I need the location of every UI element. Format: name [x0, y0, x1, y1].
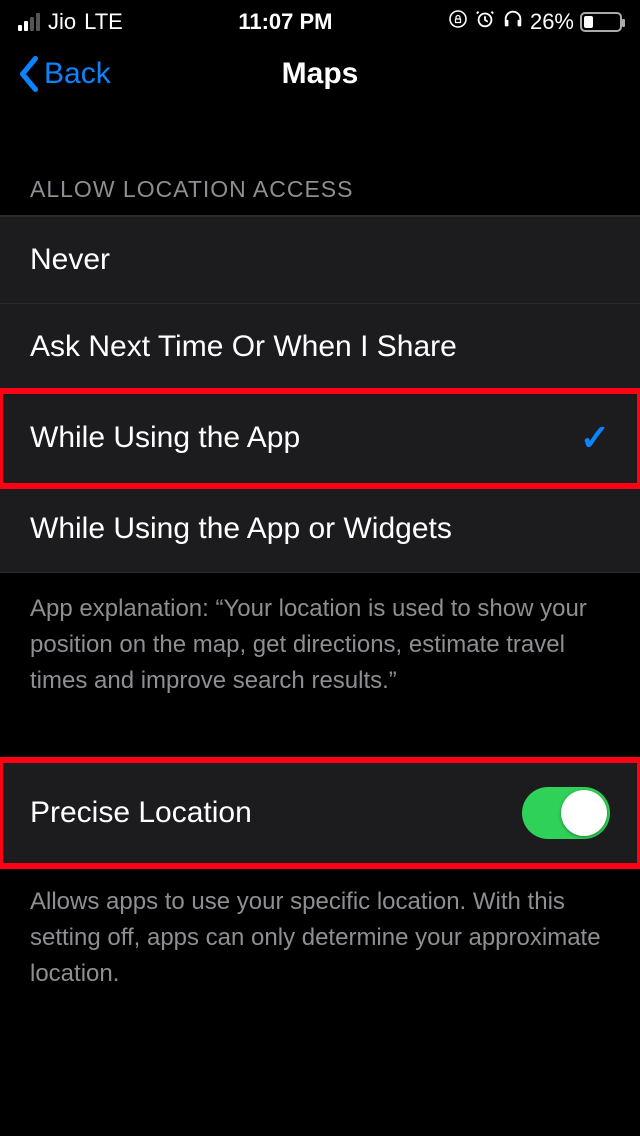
section-header-location: ALLOW LOCATION ACCESS [0, 116, 640, 215]
option-ask-next-time[interactable]: Ask Next Time Or When I Share [0, 304, 640, 391]
option-label: While Using the App [30, 421, 300, 455]
chevron-left-icon [16, 56, 42, 92]
carrier-label: Jio [48, 9, 76, 35]
checkmark-icon: ✓ [580, 417, 610, 459]
option-while-using-app-or-widgets[interactable]: While Using the App or Widgets [0, 486, 640, 573]
option-label: Never [30, 243, 110, 277]
precise-location-list: Precise Location [0, 759, 640, 866]
option-label: Ask Next Time Or When I Share [30, 330, 457, 364]
option-label: While Using the App or Widgets [30, 512, 452, 546]
status-time: 11:07 PM [238, 9, 332, 35]
status-left: Jio LTE [18, 9, 123, 35]
status-right: 26% [448, 8, 622, 36]
battery-percent: 26% [530, 9, 574, 35]
location-access-list: Never Ask Next Time Or When I Share Whil… [0, 215, 640, 573]
option-while-using-app[interactable]: While Using the App ✓ [0, 391, 640, 486]
alarm-icon [474, 8, 496, 36]
option-precise-location[interactable]: Precise Location [0, 760, 640, 866]
back-button[interactable]: Back [16, 56, 111, 92]
headphones-icon [502, 8, 524, 36]
orientation-lock-icon [448, 9, 468, 35]
option-never[interactable]: Never [0, 216, 640, 304]
battery-icon [580, 12, 622, 32]
status-bar: Jio LTE 11:07 PM 26% [0, 0, 640, 42]
page-title: Maps [282, 57, 359, 91]
network-label: LTE [84, 9, 123, 35]
back-label: Back [44, 57, 111, 91]
signal-icon [18, 13, 40, 31]
precise-location-label: Precise Location [30, 796, 252, 830]
precise-location-toggle[interactable] [522, 787, 610, 839]
app-explanation-text: App explanation: “Your location is used … [0, 573, 640, 729]
precise-explanation-text: Allows apps to use your specific locatio… [0, 866, 640, 1022]
navigation-bar: Back Maps [0, 42, 640, 116]
